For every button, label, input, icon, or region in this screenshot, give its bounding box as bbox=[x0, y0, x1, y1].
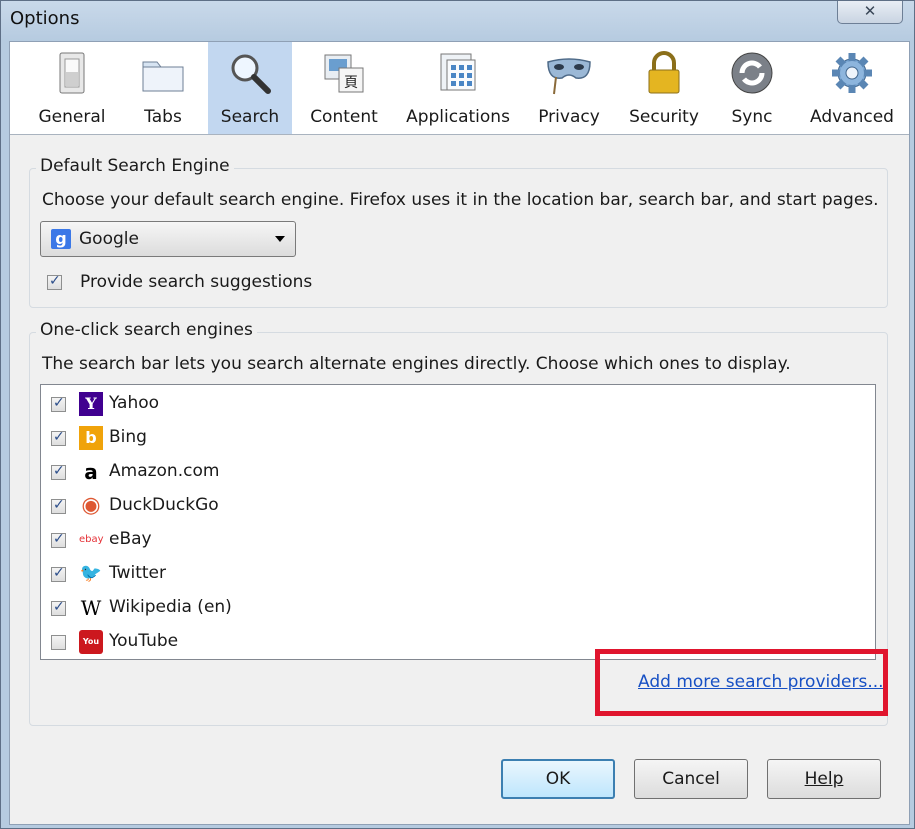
group-caption-one-click: One-click search engines bbox=[36, 320, 257, 340]
default-engine-selected: Google bbox=[79, 229, 139, 249]
applications-icon bbox=[440, 53, 476, 91]
svg-text:頁: 頁 bbox=[344, 75, 358, 91]
amazon-icon: a bbox=[84, 460, 98, 484]
engine-checkbox-youtube[interactable] bbox=[51, 635, 66, 650]
pane-label-privacy: Privacy bbox=[538, 107, 600, 127]
twitter-icon: 🐦 bbox=[79, 563, 103, 584]
pane-label-sync: Sync bbox=[731, 107, 773, 127]
one-click-engine-list[interactable]: ✓ Y Yahoo ✓ b Bing ✓ a Amazon.com ✓ ◉ Du… bbox=[40, 384, 876, 660]
mask-icon bbox=[547, 58, 591, 95]
list-item-bing[interactable]: ✓ b Bing bbox=[41, 421, 875, 455]
checkmark-icon: ✓ bbox=[49, 273, 61, 289]
engine-label-duckduckgo: DuckDuckGo bbox=[109, 495, 219, 515]
search-suggestions-label[interactable]: Provide search suggestions bbox=[80, 272, 312, 292]
wikipedia-icon: W bbox=[80, 596, 102, 620]
highlight-box bbox=[595, 649, 888, 716]
pane-advanced[interactable]: Advanced bbox=[806, 42, 898, 134]
pane-label-general: General bbox=[38, 107, 106, 127]
pane-label-security: Security bbox=[629, 107, 699, 127]
list-item-twitter[interactable]: ✓ 🐦 Twitter bbox=[41, 557, 875, 591]
engine-checkbox-yahoo[interactable]: ✓ bbox=[51, 395, 66, 412]
pane-sync[interactable]: Sync bbox=[710, 42, 794, 134]
light-switch-icon bbox=[59, 52, 85, 94]
padlock-icon bbox=[648, 51, 680, 94]
cancel-button[interactable]: Cancel bbox=[634, 759, 748, 799]
yahoo-icon: Y bbox=[79, 392, 103, 416]
checkmark-icon: ✓ bbox=[53, 497, 65, 513]
engine-checkbox-duckduckgo[interactable]: ✓ bbox=[51, 497, 66, 514]
gear-icon bbox=[832, 53, 872, 93]
pane-general[interactable]: General bbox=[26, 42, 118, 134]
duckduckgo-icon: ◉ bbox=[81, 493, 101, 518]
title-bar[interactable]: Options ✕ bbox=[1, 1, 914, 41]
checkmark-icon: ✓ bbox=[53, 565, 65, 581]
pane-content[interactable]: 頁 Content bbox=[292, 42, 396, 134]
help-button-label: Help bbox=[804, 769, 844, 789]
pane-privacy[interactable]: Privacy bbox=[520, 42, 618, 134]
magnifier-icon bbox=[231, 54, 271, 94]
dropdown-arrow-icon bbox=[275, 236, 285, 242]
checkmark-icon: ✓ bbox=[53, 463, 65, 479]
bing-icon: b bbox=[79, 426, 103, 450]
default-engine-description: Choose your default search engine. Firef… bbox=[42, 190, 879, 210]
dialog-client-area: General Tabs Search 頁 Content Applicatio… bbox=[9, 41, 910, 825]
pane-label-advanced: Advanced bbox=[810, 107, 894, 127]
engine-label-twitter: Twitter bbox=[109, 563, 166, 583]
options-window: Options ✕ General Tabs Search 頁 Content … bbox=[0, 0, 915, 829]
engine-label-ebay: eBay bbox=[109, 529, 152, 549]
checkmark-icon: ✓ bbox=[53, 429, 65, 445]
list-item-ebay[interactable]: ✓ ebay eBay bbox=[41, 523, 875, 557]
close-icon: ✕ bbox=[863, 2, 877, 20]
engine-checkbox-wikipedia[interactable]: ✓ bbox=[51, 599, 66, 616]
youtube-icon: You bbox=[79, 630, 103, 654]
ebay-icon: ebay bbox=[79, 534, 104, 545]
engine-label-youtube: YouTube bbox=[109, 631, 179, 651]
content-icon: 頁 bbox=[324, 54, 364, 93]
pane-label-applications: Applications bbox=[406, 107, 510, 127]
folder-tabs-icon bbox=[142, 61, 184, 92]
group-caption-default-engine: Default Search Engine bbox=[36, 156, 234, 176]
engine-label-yahoo: Yahoo bbox=[109, 393, 160, 413]
engine-checkbox-twitter[interactable]: ✓ bbox=[51, 565, 66, 582]
pane-label-content: Content bbox=[310, 107, 378, 127]
pane-search[interactable]: Search bbox=[208, 42, 292, 134]
pane-label-tabs: Tabs bbox=[144, 107, 182, 127]
engine-label-wikipedia: Wikipedia (en) bbox=[109, 597, 232, 617]
engine-label-bing: Bing bbox=[109, 427, 147, 447]
checkmark-icon: ✓ bbox=[53, 531, 65, 547]
engine-checkbox-amazon[interactable]: ✓ bbox=[51, 463, 66, 480]
preferences-toolbar: General Tabs Search 頁 Content Applicatio… bbox=[10, 42, 909, 135]
list-item-wikipedia[interactable]: ✓ W Wikipedia (en) bbox=[41, 591, 875, 625]
list-item-amazon[interactable]: ✓ a Amazon.com bbox=[41, 455, 875, 489]
sync-arrows-icon bbox=[731, 52, 773, 94]
close-button[interactable]: ✕ bbox=[837, 1, 903, 24]
ok-button[interactable]: OK bbox=[501, 759, 615, 799]
engine-label-amazon: Amazon.com bbox=[109, 461, 220, 481]
engine-checkbox-ebay[interactable]: ✓ bbox=[51, 531, 66, 548]
one-click-description: The search bar lets you search alternate… bbox=[42, 354, 791, 374]
checkmark-icon: ✓ bbox=[53, 395, 65, 411]
pane-tabs[interactable]: Tabs bbox=[118, 42, 208, 134]
pane-applications[interactable]: Applications bbox=[396, 42, 520, 134]
engine-checkbox-bing[interactable]: ✓ bbox=[51, 429, 66, 446]
window-title: Options bbox=[10, 8, 80, 29]
google-icon: g bbox=[51, 229, 71, 249]
search-suggestions-checkbox[interactable]: ✓ bbox=[47, 273, 62, 290]
default-engine-dropdown[interactable]: g Google bbox=[40, 221, 296, 257]
help-button[interactable]: Help bbox=[767, 759, 881, 799]
checkmark-icon: ✓ bbox=[53, 599, 65, 615]
list-item-yahoo[interactable]: ✓ Y Yahoo bbox=[41, 387, 875, 421]
pane-label-search: Search bbox=[220, 107, 280, 127]
pane-security[interactable]: Security bbox=[618, 42, 710, 134]
list-item-duckduckgo[interactable]: ✓ ◉ DuckDuckGo bbox=[41, 489, 875, 523]
